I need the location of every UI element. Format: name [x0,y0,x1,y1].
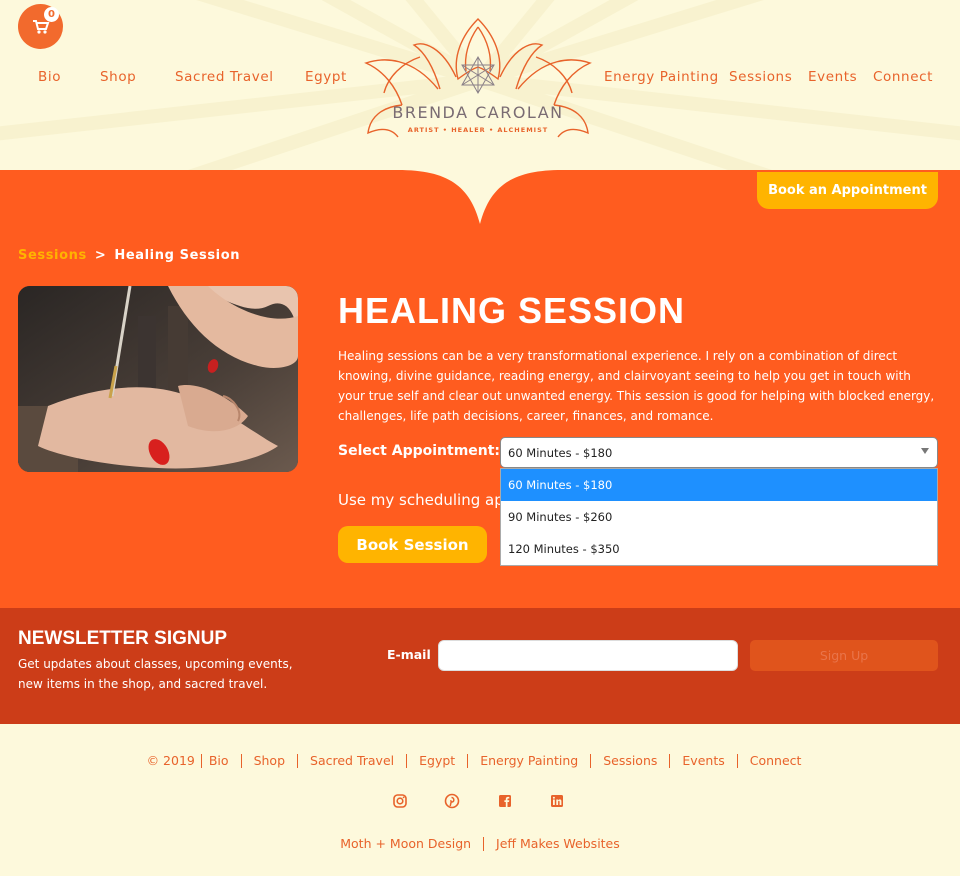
select-appointment-label: Select Appointment: [338,443,501,459]
nav-shop[interactable]: Shop [100,69,136,85]
hands-dropper-image [18,286,298,472]
footer-credits: Moth + Moon Design Jeff Makes Websites [0,836,960,851]
dropdown-option[interactable]: 60 Minutes - $180 [501,469,937,501]
nav-energy-painting[interactable]: Energy Painting [604,69,719,85]
appointment-select[interactable]: 60 Minutes - $180 [500,437,938,468]
footer-nav: © 2019 Bio Shop Sacred Travel Egypt Energy Pa… [0,753,960,768]
dropdown-option[interactable]: 120 Minutes - $350 [501,533,937,565]
nav-sessions[interactable]: Sessions [729,69,792,85]
book-session-button[interactable]: Book Session [338,526,487,563]
facebook-icon[interactable] [497,793,513,809]
dropdown-option[interactable]: 90 Minutes - $260 [501,501,937,533]
instagram-icon[interactable] [392,793,408,809]
email-input[interactable] [438,640,738,671]
book-appointment-button[interactable]: Book an Appointment [757,172,938,209]
nav-events[interactable]: Events [808,69,857,85]
linkedin-icon[interactable] [549,793,565,809]
appointment-dropdown: 60 Minutes - $180 90 Minutes - $260 120 … [500,468,938,566]
footer-link-energy-painting[interactable]: Energy Painting [467,754,590,768]
credit-jeff-makes-websites[interactable]: Jeff Makes Websites [483,837,632,851]
social-links [392,793,572,809]
nav-bio[interactable]: Bio [38,69,61,85]
nav-sacred-travel[interactable]: Sacred Travel [175,69,274,85]
footer-link-bio[interactable]: Bio [200,754,241,768]
cart-count-badge: 0 [44,7,59,22]
newsletter-title: NEWSLETTER SIGNUP [18,628,228,649]
nav-connect[interactable]: Connect [873,69,933,85]
footer-link-sessions[interactable]: Sessions [590,754,669,768]
breadcrumb-sessions-link[interactable]: Sessions [18,248,87,263]
logo-tagline: ARTIST • HEALER • ALCHEMIST [407,126,549,134]
credit-moth-moon-design[interactable]: Moth + Moon Design [328,837,483,851]
pinterest-icon[interactable] [444,793,460,809]
footer-link-sacred-travel[interactable]: Sacred Travel [297,754,406,768]
scheduling-app-text: Use my scheduling app [338,491,500,509]
lotus-logo-icon [364,18,592,138]
newsletter-description: Get updates about classes, upcoming even… [18,657,293,691]
site-logo[interactable]: BRENDA CAROLAN ARTIST • HEALER • ALCHEMI… [362,17,594,141]
caret-down-icon [921,448,929,454]
email-label: E-mail [387,647,431,662]
breadcrumb-current: Healing Session [114,248,241,263]
header-notch-decoration [388,168,572,224]
session-photo [18,286,298,472]
copyright: © 2019 [146,753,195,768]
nav-egypt[interactable]: Egypt [305,69,347,85]
sign-up-button[interactable]: Sign Up [750,640,938,671]
breadcrumb: Sessions > Healing Session [18,248,240,263]
appointment-select-value: 60 Minutes - $180 [508,445,613,460]
breadcrumb-separator: > [94,248,107,263]
logo-name: BRENDA CAROLAN [392,103,564,122]
page-title: HEALING SESSION [338,290,686,331]
footer-link-shop[interactable]: Shop [240,754,297,768]
footer-link-egypt[interactable]: Egypt [406,754,467,768]
session-description: Healing sessions can be a very transform… [338,349,935,423]
footer-link-events[interactable]: Events [669,754,736,768]
footer-link-connect[interactable]: Connect [736,754,814,768]
